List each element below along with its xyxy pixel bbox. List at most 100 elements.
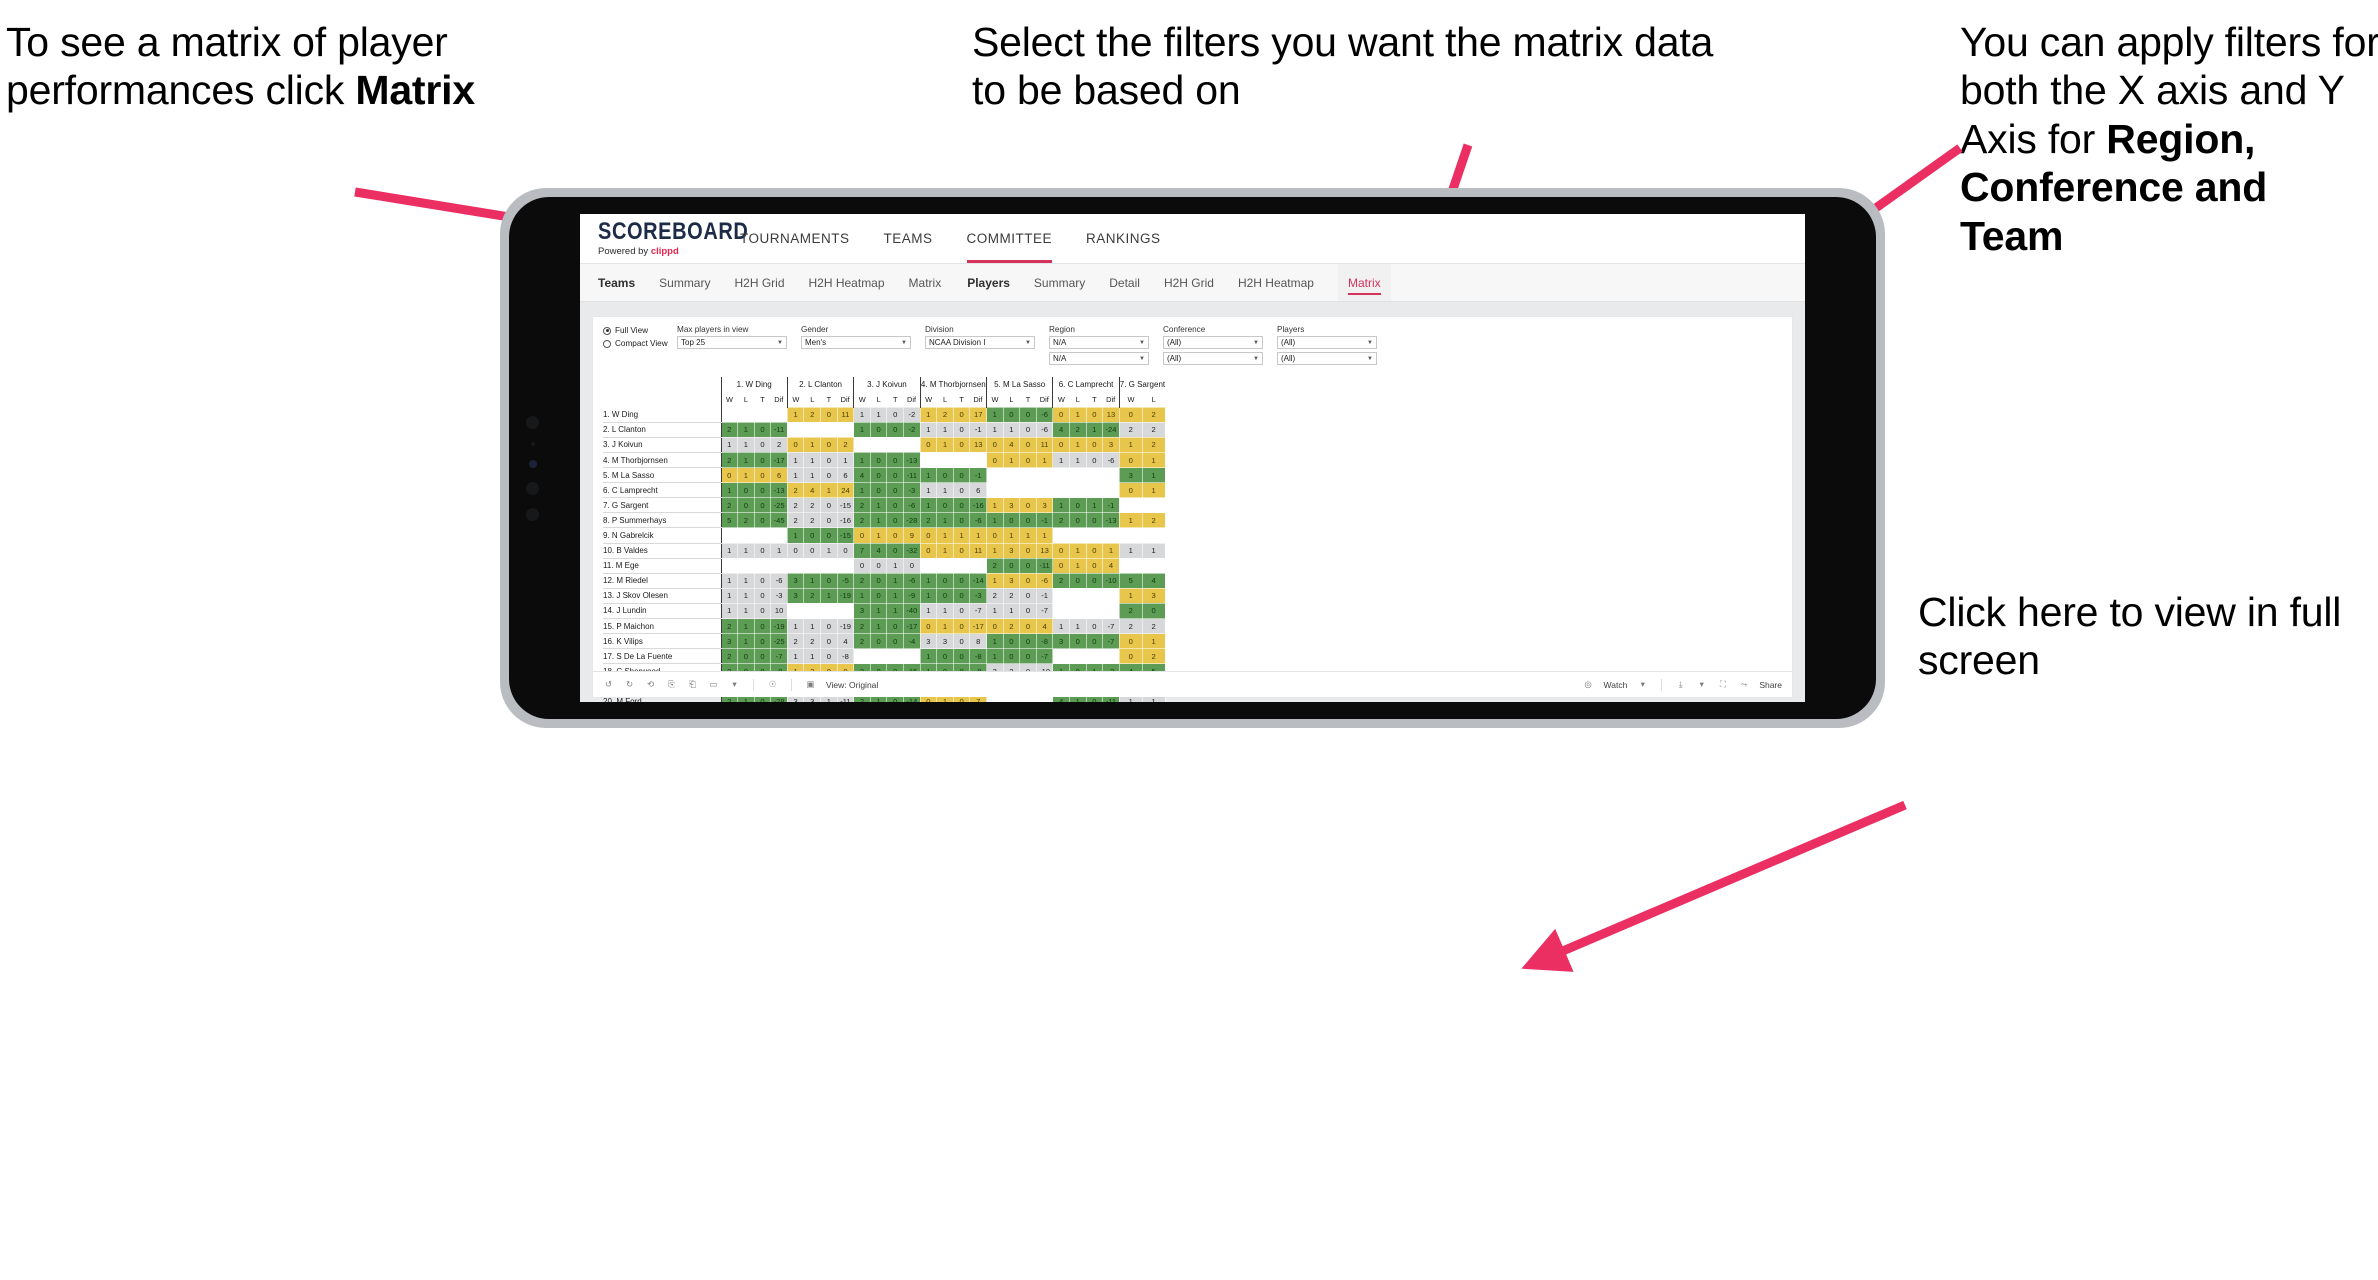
matrix-cell[interactable]: -4	[903, 633, 921, 650]
matrix-cell[interactable]: 2	[720, 617, 739, 635]
matrix-cell[interactable]: 1	[936, 542, 954, 559]
matrix-row[interactable]: 6. C Lamprecht 1 0 0 -13 2 4 1 24 1 0 0 -3 1 1 0 6 0 1	[603, 482, 1166, 499]
matrix-cell[interactable]: 0	[1002, 406, 1021, 423]
matrix-cell[interactable]: 1	[919, 467, 938, 484]
matrix-cell[interactable]: 3	[786, 572, 805, 589]
matrix-cell[interactable]: 2	[720, 421, 739, 438]
matrix-cell[interactable]: 2	[803, 406, 822, 423]
matrix-cell[interactable]: 11	[836, 406, 855, 423]
matrix-cell[interactable]: 0	[753, 587, 772, 604]
matrix-cell[interactable]: 2	[1052, 572, 1070, 589]
matrix-cell[interactable]: 0	[886, 497, 905, 514]
matrix-cell[interactable]: 3	[1102, 436, 1120, 453]
matrix-cell[interactable]: 1	[737, 451, 755, 469]
help-icon[interactable]: ☉	[767, 679, 778, 690]
matrix-cell[interactable]: 0	[952, 542, 971, 559]
download-dropdown-icon[interactable]: ▾	[1696, 679, 1707, 690]
shape-icon[interactable]: ▭	[708, 679, 719, 690]
matrix-row[interactable]: 2. L Clanton 2 1 0 -11 1 0 0 -2 1 1 0 -1 1 1 0 -6 4 2 1 -24 2…	[603, 421, 1166, 438]
matrix-cell[interactable]: 0	[1052, 436, 1070, 453]
matrix-cell[interactable]: -6	[770, 572, 788, 589]
matrix-cell[interactable]: 0	[753, 436, 772, 453]
matrix-cell[interactable]: 4	[1102, 557, 1120, 574]
matrix-cell[interactable]: 1	[803, 648, 822, 665]
matrix-cell[interactable]: -17	[770, 451, 788, 469]
matrix-cell[interactable]: -6	[1035, 572, 1054, 589]
watch-icon[interactable]: ◎	[1583, 679, 1594, 690]
filter-players-y-select[interactable]: (All) ▼	[1277, 352, 1377, 365]
matrix-cell[interactable]: 1	[820, 587, 838, 604]
matrix-cell[interactable]: 0	[952, 648, 971, 665]
matrix-cell[interactable]: 2	[853, 512, 871, 529]
matrix-cell[interactable]: 3	[1141, 587, 1166, 604]
matrix-cell[interactable]: 4	[853, 467, 871, 484]
share-label[interactable]: Share	[1759, 680, 1782, 690]
tab-players-summary[interactable]: Summary	[1034, 264, 1085, 301]
matrix-cell[interactable]: 0	[737, 497, 755, 514]
matrix-cell[interactable]: 1	[936, 421, 954, 438]
matrix-cell[interactable]: -6	[1035, 406, 1054, 423]
matrix-cell[interactable]: -7	[1102, 617, 1120, 635]
matrix-row[interactable]: 11. M Ege 0 0 1 0 2 0 0 -11 0 1 0 4	[603, 557, 1166, 574]
matrix-cell[interactable]: 1	[1052, 497, 1070, 514]
matrix-cell[interactable]: 2	[853, 633, 871, 650]
filter-players-x-select[interactable]: (All) ▼	[1277, 336, 1377, 349]
matrix-cell[interactable]: 0	[820, 436, 838, 453]
matrix-cell[interactable]: 1	[786, 648, 805, 665]
matrix-cell[interactable]: 0	[1118, 451, 1143, 469]
matrix-cell[interactable]: 1	[737, 587, 755, 604]
matrix-row[interactable]: 3. J Koivun 1 1 0 2 0 1 0 2 0 1 0 13 0 4 0 11 0 1 0 3 1 2	[603, 436, 1166, 453]
matrix-cell[interactable]: 1	[1002, 451, 1021, 469]
matrix-cell[interactable]: 1	[919, 421, 938, 438]
matrix-cell[interactable]: 0	[753, 542, 772, 559]
matrix-row[interactable]: 4. M Thorbjornsen 2 1 0 -17 1 1 0 1 1 0 0 -13 0 1 0 1 1 1 0…	[603, 451, 1166, 469]
matrix-cell[interactable]: 0	[1118, 406, 1143, 423]
matrix-cell[interactable]: 0	[820, 497, 838, 514]
matrix-cell[interactable]: 2	[1068, 421, 1087, 438]
matrix-cell[interactable]: 1	[853, 406, 871, 423]
matrix-cell[interactable]: 0	[919, 542, 938, 559]
matrix-cell[interactable]: -3	[770, 587, 788, 604]
matrix-cell[interactable]: 1	[1052, 451, 1070, 469]
matrix-cell[interactable]: 1	[936, 527, 954, 544]
matrix-cell[interactable]: -25	[770, 633, 788, 650]
matrix-cell[interactable]: -8	[1035, 633, 1054, 650]
matrix-cell[interactable]: 2	[720, 497, 739, 514]
matrix-cell[interactable]: 0	[936, 467, 954, 484]
matrix-cell[interactable]: 13	[1035, 542, 1054, 559]
matrix-cell[interactable]: 24	[836, 482, 855, 499]
matrix-cell[interactable]: 2	[1141, 512, 1166, 529]
matrix-cell[interactable]: -7	[1035, 602, 1054, 620]
refresh-icon[interactable]: ⎘	[666, 679, 677, 690]
matrix-cell[interactable]: 3	[1002, 542, 1021, 559]
matrix-cell[interactable]: 1	[919, 406, 938, 423]
matrix-cell[interactable]: 2	[786, 633, 805, 650]
matrix-cell[interactable]: 0	[753, 633, 772, 650]
matrix-cell[interactable]: 0	[1085, 406, 1104, 423]
matrix-cell[interactable]: 0	[869, 557, 888, 574]
matrix-cell[interactable]: 1	[919, 602, 938, 620]
matrix-cell[interactable]: 3	[1052, 633, 1070, 650]
matrix-cell[interactable]: 0	[936, 497, 954, 514]
matrix-cell[interactable]: 1	[1019, 527, 1037, 544]
matrix-cell[interactable]: 2	[1141, 617, 1166, 635]
tab-teams-h2h-grid[interactable]: H2H Grid	[734, 264, 784, 301]
matrix-cell[interactable]: -6	[1035, 421, 1054, 438]
matrix-cell[interactable]: 0	[986, 527, 1004, 544]
tab-players-matrix[interactable]: Matrix	[1337, 264, 1391, 301]
matrix-cell[interactable]: 2	[936, 406, 954, 423]
matrix-cell[interactable]: 0	[936, 587, 954, 604]
matrix-cell[interactable]: 2	[786, 482, 805, 499]
matrix-cell[interactable]: 1	[1118, 512, 1143, 529]
matrix-cell[interactable]: 11	[1035, 436, 1054, 453]
matrix-cell[interactable]: 4	[1052, 421, 1070, 438]
matrix-cell[interactable]: 1	[1068, 617, 1087, 635]
matrix-cell[interactable]: 1	[1141, 467, 1166, 484]
app-logo[interactable]: SCOREBOARD Powered by clippd	[580, 220, 748, 257]
matrix-cell[interactable]: -16	[836, 512, 855, 529]
matrix-cell[interactable]: 2	[737, 512, 755, 529]
matrix-cell[interactable]: 2	[1118, 421, 1143, 438]
matrix-cell[interactable]: 2	[1141, 648, 1166, 665]
filter-gender-select[interactable]: Men's ▼	[801, 336, 911, 349]
matrix-cell[interactable]: 0	[820, 406, 838, 423]
